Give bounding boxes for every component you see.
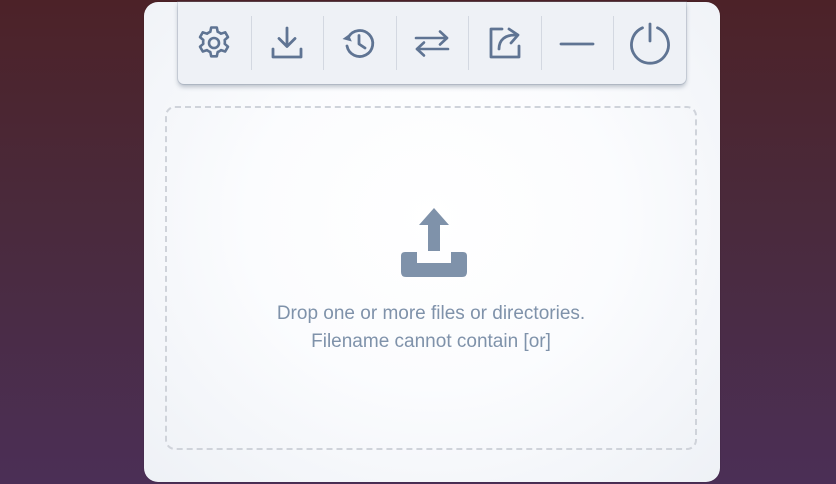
transfer-button[interactable]: [395, 2, 469, 84]
drop-instruction: Drop one or more files or directories.: [276, 303, 586, 324]
gear-icon: [198, 26, 230, 58]
history-button[interactable]: [323, 2, 396, 84]
settings-button[interactable]: [178, 2, 251, 84]
power-icon: [629, 22, 670, 65]
share-icon: [489, 27, 520, 59]
app-window: Drop one or more files or directories. F…: [144, 2, 720, 482]
history-icon: [342, 29, 375, 58]
power-button[interactable]: [613, 2, 686, 84]
upload-icon: [401, 208, 467, 277]
share-button[interactable]: [468, 2, 541, 84]
file-drop-zone[interactable]: Drop one or more files or directories. F…: [165, 106, 697, 450]
toolbar: [178, 2, 686, 84]
minimize-icon: [559, 42, 595, 46]
minimize-button[interactable]: [540, 2, 614, 84]
swap-icon: [414, 30, 450, 57]
download-icon: [271, 26, 303, 59]
download-button[interactable]: [250, 2, 324, 84]
filename-restriction-note: Filename cannot contain [or]: [311, 331, 551, 352]
